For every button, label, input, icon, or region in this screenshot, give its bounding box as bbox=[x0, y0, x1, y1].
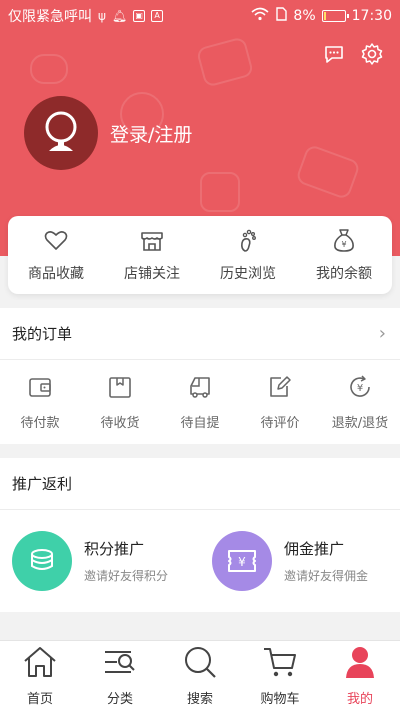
sim-icon bbox=[275, 7, 288, 25]
orders-section: 我的订单 › 待付款 待收货 待自提 待评价 ¥ 退款/退货 bbox=[0, 308, 400, 444]
section-title: 我的订单 bbox=[12, 325, 73, 343]
message-icon[interactable] bbox=[322, 42, 346, 66]
truck-icon bbox=[187, 374, 213, 404]
quick-item-balance[interactable]: ¥ 我的余额 bbox=[296, 216, 392, 294]
quick-item-followed-stores[interactable]: 店铺关注 bbox=[104, 216, 200, 294]
section-title: 推广返利 bbox=[12, 475, 73, 493]
order-pending-pickup[interactable]: 待自提 bbox=[160, 360, 240, 444]
usb-icon: ψ bbox=[98, 9, 106, 23]
tab-label: 首页 bbox=[26, 692, 53, 707]
promo-title: 积分推广 bbox=[84, 540, 145, 558]
quick-item-history[interactable]: 历史浏览 bbox=[200, 216, 296, 294]
tab-label: 搜索 bbox=[186, 692, 213, 707]
yen-ticket-icon: ¥ bbox=[212, 531, 272, 591]
order-label: 待评价 bbox=[260, 415, 300, 431]
tab-search[interactable]: 搜索 bbox=[160, 641, 240, 710]
gear-icon[interactable] bbox=[360, 42, 384, 66]
bottom-tab-bar: 首页 分类 搜索 购物车 我的 bbox=[0, 640, 400, 710]
decor-shape bbox=[200, 172, 240, 212]
search-icon bbox=[181, 644, 219, 684]
carrier-text: 仅限紧急呼叫 bbox=[8, 9, 92, 25]
edit-icon bbox=[267, 374, 293, 404]
refund-icon: ¥ bbox=[347, 374, 373, 404]
a-icon: A bbox=[151, 10, 164, 22]
status-bar: 仅限紧急呼叫 ψ 🔔︎ ▣ A 8% 17:30 bbox=[0, 0, 400, 32]
image-icon: ▣ bbox=[133, 10, 146, 22]
battery-percent: 8% bbox=[293, 8, 316, 24]
quick-item-label: 商品收藏 bbox=[28, 266, 84, 282]
tab-home[interactable]: 首页 bbox=[0, 641, 80, 710]
chevron-right-icon[interactable]: › bbox=[379, 323, 386, 344]
order-label: 待付款 bbox=[20, 415, 60, 431]
svg-text:¥: ¥ bbox=[238, 555, 246, 569]
user-icon bbox=[341, 644, 379, 684]
tab-label: 我的 bbox=[346, 692, 373, 707]
footprint-icon bbox=[235, 227, 261, 257]
clock: 17:30 bbox=[351, 8, 392, 24]
coins-icon bbox=[12, 531, 72, 591]
wifi-icon bbox=[251, 7, 269, 25]
tab-label: 购物车 bbox=[260, 692, 300, 707]
tab-category[interactable]: 分类 bbox=[80, 641, 160, 710]
quick-item-label: 店铺关注 bbox=[124, 266, 180, 282]
login-register-link[interactable]: 登录/注册 bbox=[110, 120, 192, 147]
svg-text:¥: ¥ bbox=[357, 383, 363, 394]
order-label: 待自提 bbox=[180, 415, 220, 431]
svg-text:¥: ¥ bbox=[341, 240, 346, 249]
category-search-icon bbox=[101, 644, 139, 684]
cart-icon bbox=[261, 644, 299, 684]
quick-item-label: 历史浏览 bbox=[220, 266, 276, 282]
order-pending-payment[interactable]: 待付款 bbox=[0, 360, 80, 444]
points-promotion[interactable]: 积分推广 邀请好友得积分 bbox=[0, 531, 200, 591]
decor-shape bbox=[195, 36, 255, 88]
user-avatar-icon[interactable] bbox=[24, 96, 98, 170]
promo-subtitle: 邀请好友得积分 bbox=[84, 569, 169, 583]
quick-links-card: 商品收藏 店铺关注 历史浏览 ¥ 我的余额 bbox=[8, 216, 392, 294]
promo-title: 佣金推广 bbox=[284, 540, 345, 558]
battery-icon bbox=[321, 10, 349, 22]
order-pending-receipt[interactable]: 待收货 bbox=[80, 360, 160, 444]
decor-shape bbox=[30, 54, 68, 84]
mute-icon: 🔔︎ bbox=[111, 9, 128, 23]
money-bag-icon: ¥ bbox=[331, 227, 357, 257]
commission-promotion[interactable]: ¥ 佣金推广 邀请好友得佣金 bbox=[200, 531, 400, 591]
promo-subtitle: 邀请好友得佣金 bbox=[284, 569, 369, 583]
tab-cart[interactable]: 购物车 bbox=[240, 641, 320, 710]
tab-mine[interactable]: 我的 bbox=[320, 641, 400, 710]
order-label: 退款/退货 bbox=[331, 415, 389, 431]
quick-item-favorites[interactable]: 商品收藏 bbox=[8, 216, 104, 294]
promotion-section: 推广返利 积分推广 邀请好友得积分 ¥ 佣金推广 邀请好友得佣金 bbox=[0, 458, 400, 612]
order-pending-review[interactable]: 待评价 bbox=[240, 360, 320, 444]
decor-shape bbox=[294, 143, 362, 201]
order-label: 待收货 bbox=[100, 415, 140, 431]
package-icon bbox=[107, 374, 133, 404]
order-refund[interactable]: ¥ 退款/退货 bbox=[320, 360, 400, 444]
store-icon bbox=[139, 227, 165, 257]
tab-label: 分类 bbox=[106, 692, 133, 707]
orders-header[interactable]: 我的订单 › bbox=[0, 308, 400, 360]
wallet-icon bbox=[27, 374, 53, 404]
quick-item-label: 我的余额 bbox=[316, 266, 372, 282]
home-icon bbox=[21, 644, 59, 684]
heart-icon bbox=[43, 227, 69, 257]
